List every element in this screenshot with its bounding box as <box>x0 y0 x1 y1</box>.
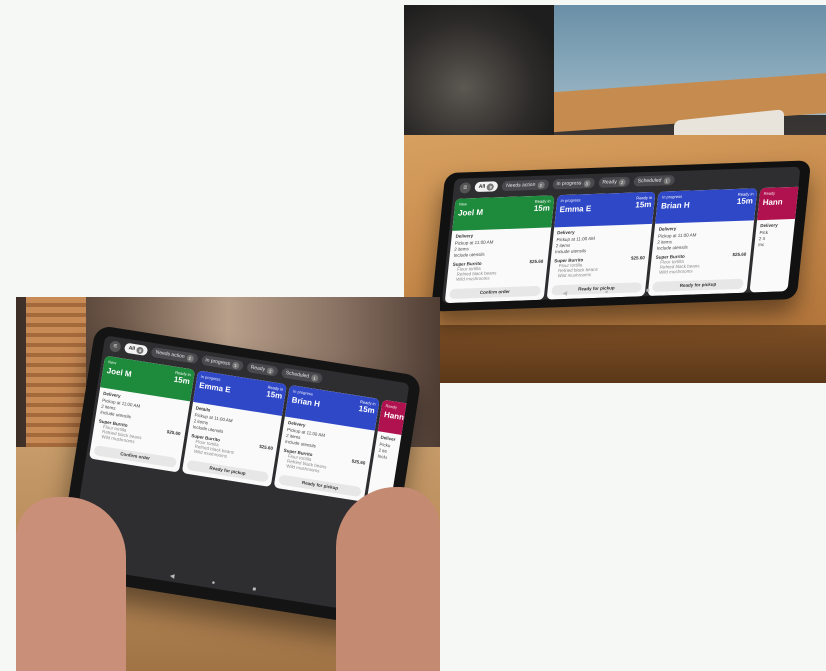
line-item-price: $25.60 <box>732 251 747 258</box>
filter-tab[interactable]: In progress 3 <box>551 177 595 190</box>
customer-name: Hann <box>383 410 405 423</box>
ready-time: Ready in 15m <box>358 399 376 415</box>
order-card-body: Delivery Pick 2 it Inc <box>754 217 801 252</box>
ready-time: Ready in 15m <box>533 198 550 213</box>
filter-all-count: 8 <box>486 182 495 191</box>
eta-value: 15m <box>533 203 551 214</box>
order-app-screen: ≡ All 8 Needs action 2 In progress 3 Ready 2 Sche… <box>441 166 801 304</box>
line-item-price: $25.60 <box>529 258 544 265</box>
ready-time: Ready in 15m <box>635 195 652 210</box>
order-card[interactable]: Ready Hann Delivery Pick 2 it Inc <box>749 184 801 293</box>
order-card-header: In progress Emma E Ready in 15m <box>553 191 656 228</box>
filter-tab[interactable]: Needs action 2 <box>501 179 549 192</box>
order-card-header: Ready Hann <box>756 184 801 221</box>
filter-tab-label: Ready <box>250 364 266 373</box>
customer-name: Hann <box>762 197 784 208</box>
order-status: Ready <box>763 190 776 197</box>
line-item-price: $25.60 <box>630 255 646 261</box>
ready-time: Ready in 15m <box>173 370 191 386</box>
order-card[interactable]: In progress Brian H Ready in 15m Delivery Pic… <box>273 384 380 502</box>
order-card[interactable]: New Joel M Ready in 15m Delivery Pickup at 11… <box>88 355 195 473</box>
order-card[interactable]: In progress Emma E Ready in 15m Details Picku… <box>181 370 288 488</box>
filter-tab[interactable]: Scheduled 1 <box>633 175 675 187</box>
order-card-body: Deliver Picku 2 ite Inclu <box>373 431 410 476</box>
order-card[interactable]: In progress Emma E Ready in 15m Delivery Pick… <box>546 191 656 300</box>
order-type: Delivery <box>760 222 779 229</box>
filter-tab-count: 2 <box>185 353 194 362</box>
filter-tab-label: In progress <box>204 357 231 368</box>
filter-all[interactable]: All 8 <box>123 342 149 357</box>
filter-tab-label: Scheduled <box>637 177 662 185</box>
menu-icon[interactable]: ≡ <box>459 181 472 194</box>
order-card-body: Delivery Pickup at 11:00 AM 2 items Include… <box>548 224 652 282</box>
order-card-body: Delivery Pickup at 11:00 AM 2 items Include… <box>447 227 551 285</box>
left-hand <box>16 497 126 671</box>
ready-time: Ready in 15m <box>736 191 753 206</box>
filter-tab[interactable]: Ready 2 <box>245 361 279 377</box>
ready-time: Ready in 15m <box>266 384 284 400</box>
right-hand <box>336 487 440 671</box>
filter-tab[interactable]: Ready 2 <box>597 176 631 188</box>
tablet-device: ≡ All 8 Needs action 2 In progress 3 Ready 2 Sche… <box>430 160 812 312</box>
filter-tab-count: 1 <box>662 176 671 185</box>
filter-tab-label: Needs action <box>155 349 185 360</box>
filter-tab-count: 2 <box>536 181 545 189</box>
filter-tab-label: In progress <box>556 180 582 188</box>
eta-value: 15m <box>634 199 652 210</box>
order-detail: Pick <box>759 229 769 236</box>
handheld-tablet-photo: ≡ All 8 Needs action 2 In progress 3 Ready 2 Sche… <box>16 297 440 671</box>
order-card-body: Delivery Pickup at 11:00 AM 2 items Include… <box>650 220 754 278</box>
filter-all-label: All <box>478 183 486 190</box>
filter-tab-count: 3 <box>231 361 240 370</box>
filter-tab-label: Ready <box>601 179 618 186</box>
eta-value: 15m <box>736 196 754 206</box>
order-detail: Inclu <box>377 453 388 460</box>
window-blind <box>26 297 86 447</box>
order-card[interactable]: In progress Brian H Ready in 15m Delivery Pic… <box>647 188 758 297</box>
filter-all-label: All <box>128 345 136 353</box>
order-card-header: New Joel M Ready in 15m <box>452 195 555 231</box>
counter-edge <box>404 325 826 383</box>
filter-tab-label: Scheduled <box>285 370 310 380</box>
filter-tab-count: 2 <box>618 178 627 186</box>
filter-all[interactable]: All 8 <box>474 181 499 193</box>
filter-tab-label: Needs action <box>505 181 536 189</box>
filter-tab[interactable]: Scheduled 1 <box>280 367 323 384</box>
filter-all-count: 8 <box>136 346 145 355</box>
filter-tab-count: 3 <box>582 179 591 187</box>
counter-tablet-photo: ≡ All 8 Needs action 2 In progress 3 Ready 2 Sche… <box>404 5 826 383</box>
filter-tab-count: 1 <box>310 373 319 382</box>
kettle <box>404 5 554 155</box>
order-card[interactable]: New Joel M Ready in 15m Delivery Pickup at 11… <box>444 195 555 304</box>
menu-icon[interactable]: ≡ <box>109 339 122 353</box>
filter-tab-count: 2 <box>266 366 275 375</box>
order-card-header: In progress Brian H Ready in 15m <box>655 188 758 224</box>
